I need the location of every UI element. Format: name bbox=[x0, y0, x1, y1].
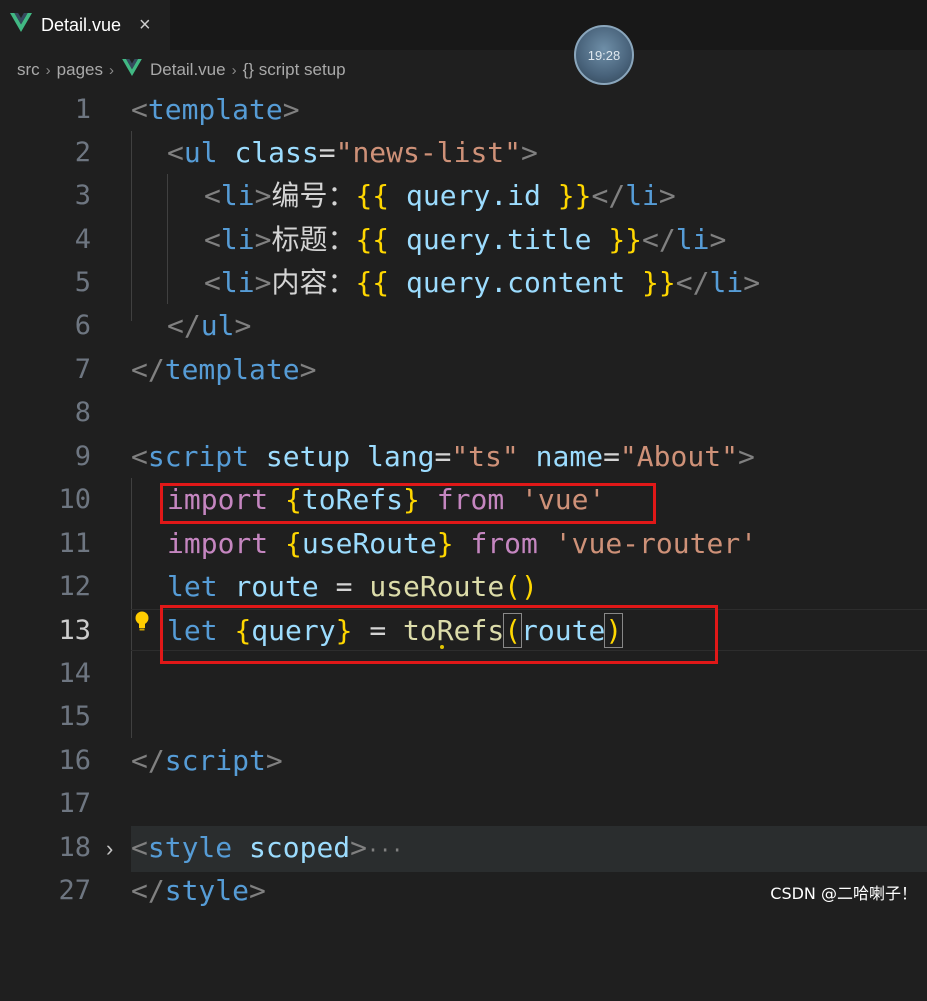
line-number: 5 bbox=[74, 267, 91, 298]
line-number: 18 bbox=[58, 832, 91, 863]
close-icon[interactable]: × bbox=[139, 15, 151, 35]
line-number: 7 bbox=[74, 354, 91, 385]
line-number: 3 bbox=[74, 180, 91, 211]
breadcrumb-src[interactable]: src bbox=[17, 60, 40, 80]
breadcrumb-file[interactable]: Detail.vue bbox=[150, 60, 226, 80]
line-number: 14 bbox=[58, 658, 91, 689]
code-line: 7 </template> bbox=[0, 348, 927, 391]
watermark: CSDN @二哈喇子！ bbox=[770, 884, 917, 903]
line-number: 13 bbox=[58, 615, 91, 646]
vue-logo-icon bbox=[10, 13, 32, 37]
chevron-right-icon[interactable]: › bbox=[106, 836, 113, 862]
line-number: 4 bbox=[74, 224, 91, 255]
breadcrumb: src › pages › Detail.vue › {} script set… bbox=[0, 50, 927, 90]
breadcrumb-pages[interactable]: pages bbox=[57, 60, 103, 80]
highlight-box-import bbox=[160, 483, 656, 524]
code-line: 2 <ul class="news-list"> bbox=[0, 131, 927, 174]
code-line: 17 bbox=[0, 782, 927, 825]
line-number: 9 bbox=[74, 441, 91, 472]
breadcrumb-symbol[interactable]: {} script setup bbox=[243, 60, 346, 80]
code-line: 4 <li>标题：{{ query.title }}</li> bbox=[0, 218, 927, 261]
tab-label: Detail.vue bbox=[41, 14, 122, 35]
code-line: 1 <template> bbox=[0, 88, 927, 131]
line-number: 1 bbox=[74, 94, 91, 125]
line-number: 12 bbox=[58, 571, 91, 602]
code-line: 6 </ul> bbox=[0, 304, 927, 347]
line-number: 16 bbox=[58, 745, 91, 776]
tab-bar: Detail.vue × bbox=[0, 0, 927, 50]
code-line: 11 import {useRoute} from 'vue-router' bbox=[0, 522, 927, 565]
code-editor[interactable]: 1 <template> 2 <ul class="news-list"> 3 … bbox=[0, 88, 927, 910]
chevron-right-icon: › bbox=[109, 61, 114, 79]
line-number: 10 bbox=[58, 484, 91, 515]
line-number: 2 bbox=[74, 137, 91, 168]
tab-detail-vue[interactable]: Detail.vue × bbox=[0, 0, 170, 50]
chevron-right-icon: › bbox=[231, 61, 237, 79]
code-line: 15 bbox=[0, 695, 927, 738]
line-number: 6 bbox=[74, 310, 91, 341]
code-line: 8 bbox=[0, 391, 927, 434]
line-number: 15 bbox=[58, 701, 91, 732]
code-line-folded: 18 <style scoped>··· bbox=[0, 826, 927, 872]
vue-logo-icon bbox=[122, 59, 142, 81]
line-number: 17 bbox=[58, 788, 91, 819]
lightbulb-icon[interactable] bbox=[134, 610, 150, 637]
code-line: 3 <li>编号：{{ query.id }}</li> bbox=[0, 174, 927, 217]
line-number: 8 bbox=[74, 397, 91, 428]
code-line: 5 <li>内容：{{ query.content }}</li> bbox=[0, 261, 927, 304]
chevron-right-icon: › bbox=[45, 61, 51, 79]
code-line: 16 </script> bbox=[0, 739, 927, 782]
line-number: 11 bbox=[58, 528, 91, 559]
line-number: 27 bbox=[58, 875, 91, 906]
highlight-box-torefs bbox=[160, 605, 718, 664]
code-line: 12 let route = useRoute() bbox=[0, 565, 927, 608]
code-line: 9 <script setup lang="ts" name="About"> bbox=[0, 435, 927, 478]
